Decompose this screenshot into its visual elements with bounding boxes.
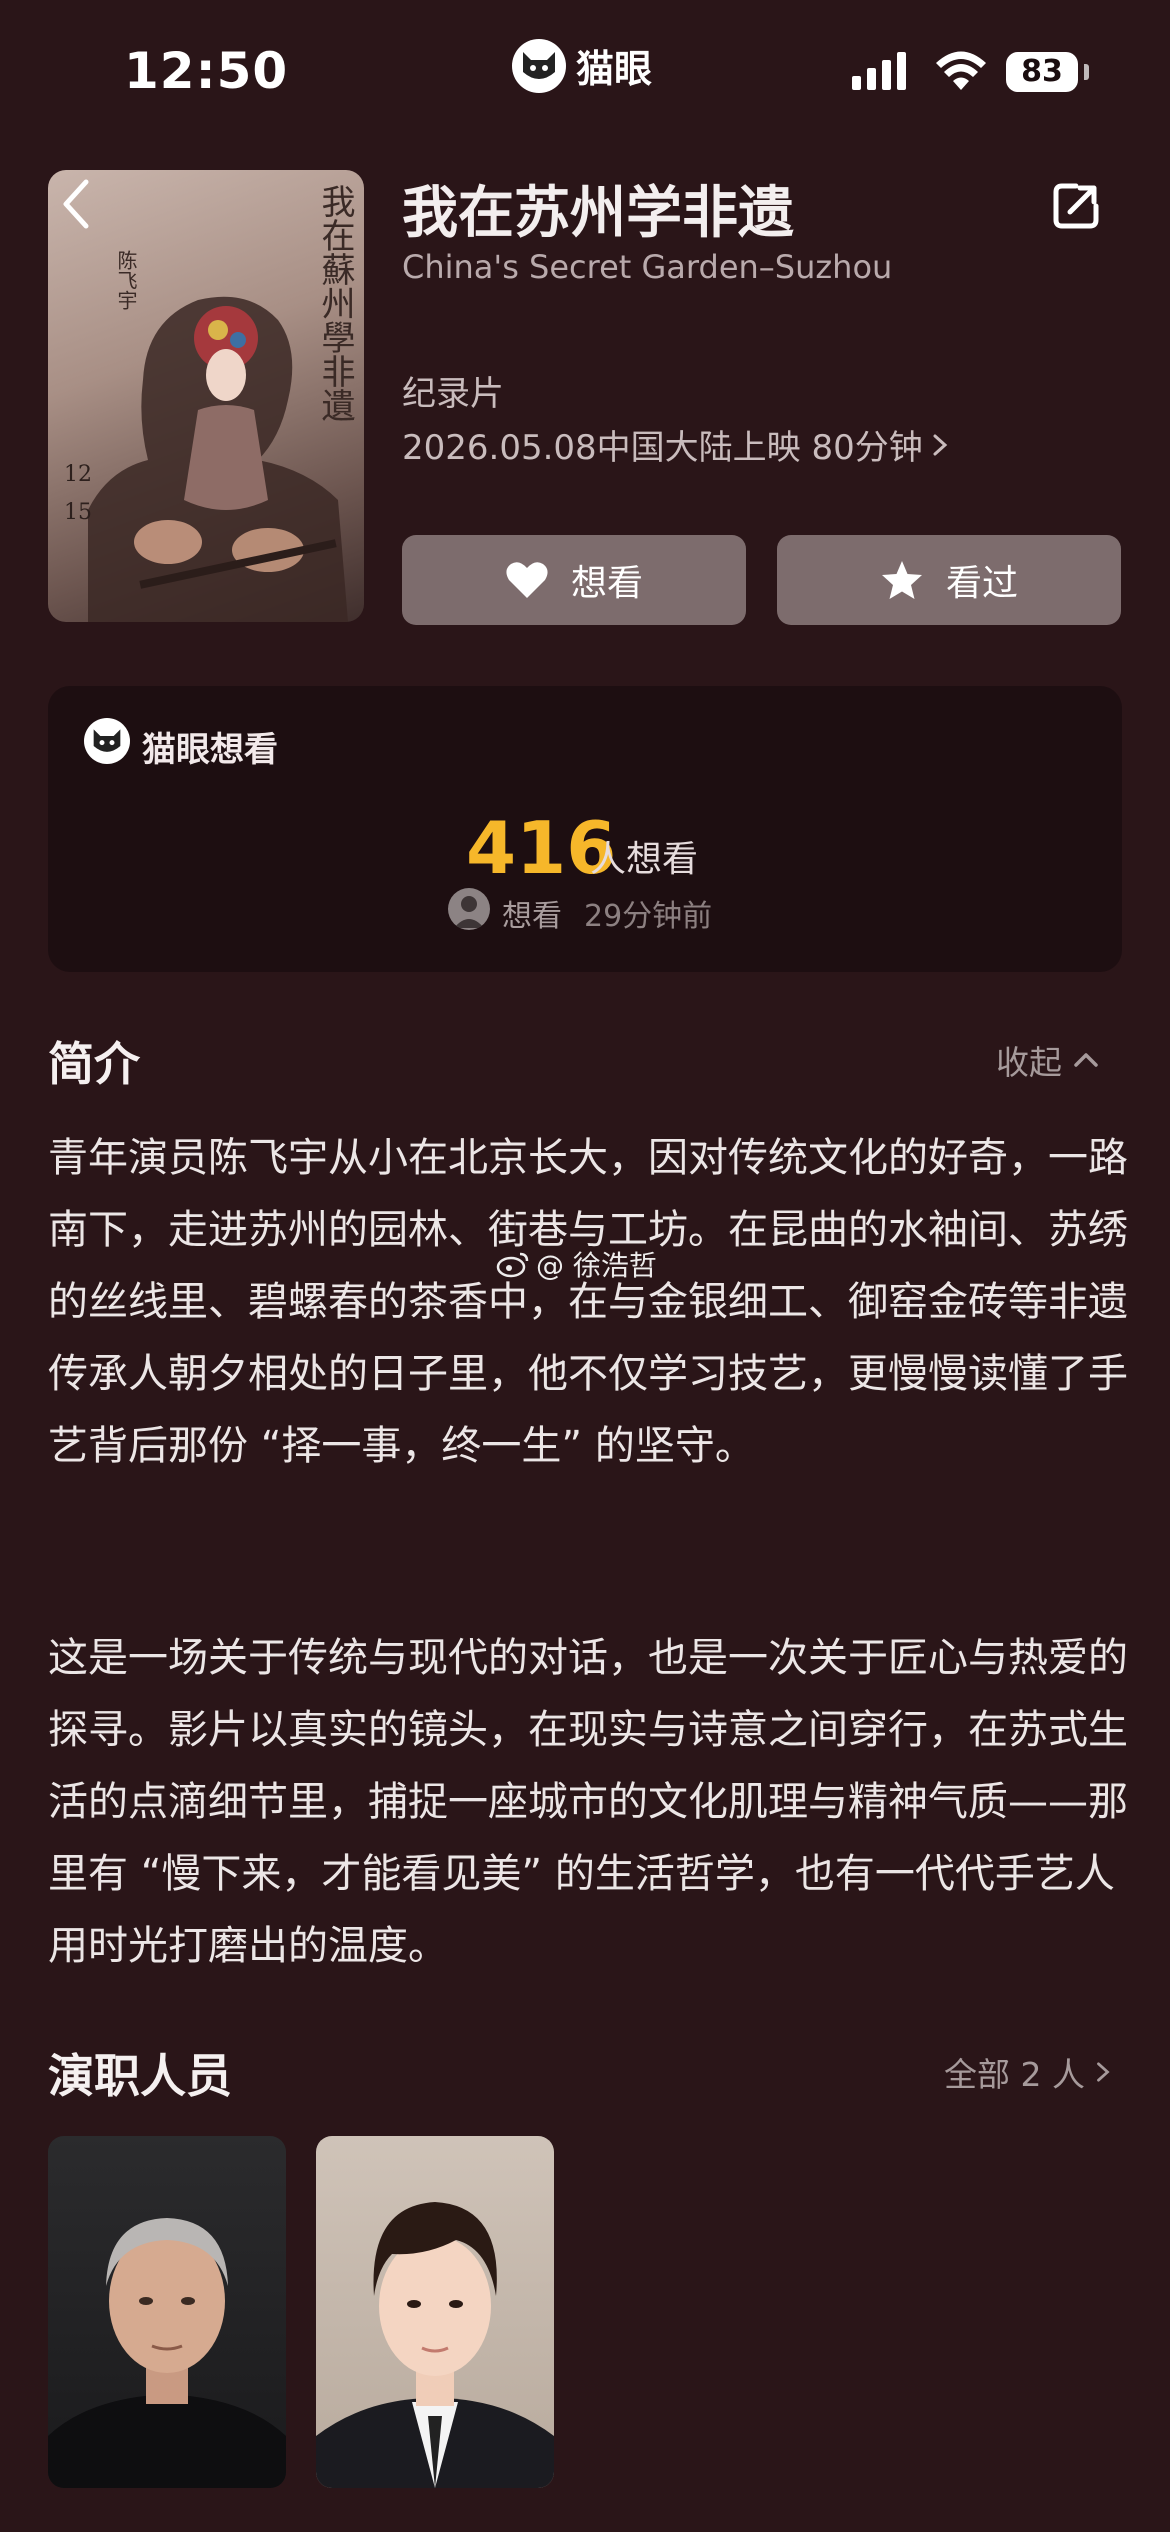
recent-user-action: 想看 bbox=[502, 899, 562, 934]
poster-date-month: 12 bbox=[64, 462, 92, 487]
maoyan-logo-icon bbox=[84, 718, 130, 764]
movie-poster[interactable]: 我在蘇州學非遺 陈飞宇 12 15 bbox=[48, 170, 364, 622]
star-icon bbox=[881, 561, 922, 599]
recent-action-time: 29分钟前 bbox=[584, 899, 713, 934]
watched-label: 看过 bbox=[945, 563, 1018, 604]
maoyan-logo-icon bbox=[512, 38, 566, 93]
poster-title-text: 我在蘇州學非遺 bbox=[315, 184, 355, 422]
wifi-icon bbox=[934, 50, 988, 96]
poster-date-day: 15 bbox=[64, 500, 92, 525]
share-icon[interactable] bbox=[1048, 178, 1104, 238]
chevron-up-icon bbox=[1074, 1053, 1098, 1067]
want-to-watch-button[interactable]: 想看 bbox=[402, 535, 746, 625]
cast-member-photo[interactable] bbox=[48, 2136, 286, 2488]
want-count-label: 人想看 bbox=[590, 839, 699, 880]
all-cast-label: 全部 2 人 bbox=[944, 2055, 1085, 2094]
release-info-link[interactable]: 2026.05.08中国大陆上映 80分钟 bbox=[402, 420, 951, 469]
movie-english-title: China's Secret Garden–Suzhou bbox=[402, 248, 893, 286]
collapse-intro-button[interactable]: 收起 bbox=[996, 1036, 1100, 1084]
want-card-title: 猫眼想看 bbox=[142, 730, 278, 770]
movie-title: 我在苏州学非遗 bbox=[402, 181, 794, 246]
watermark-text: @ 徐浩哲 bbox=[536, 1249, 657, 1282]
chevron-right-icon bbox=[1097, 2062, 1110, 2082]
weibo-icon bbox=[496, 1252, 529, 1278]
release-info-text: 2026.05.08中国大陆上映 80分钟 bbox=[402, 428, 923, 468]
chevron-right-icon bbox=[933, 434, 947, 455]
want-to-watch-label: 想看 bbox=[570, 563, 643, 604]
intro-heading: 简介 bbox=[48, 1037, 140, 1091]
back-chevron-icon[interactable] bbox=[56, 176, 96, 236]
recent-user-avatar bbox=[448, 888, 490, 930]
battery-icon: 83 bbox=[1006, 52, 1078, 92]
watched-button[interactable]: 看过 bbox=[777, 535, 1121, 625]
intro-paragraph: 青年演员陈飞宇从小在北京长大，因对传统文化的好奇，一路南下，走进苏州的园林、街巷… bbox=[48, 1135, 1128, 1469]
intro-paragraph: 这是一场关于传统与现代的对话，也是一次关于匠心与热爱的探寻。影片以真实的镜头，在… bbox=[48, 1635, 1128, 1969]
all-cast-link[interactable]: 全部 2 人 bbox=[944, 2048, 1113, 2096]
signal-icon bbox=[852, 52, 906, 90]
status-time: 12:50 bbox=[124, 42, 289, 100]
poster-cast-name: 陈飞宇 bbox=[114, 250, 138, 310]
movie-genre: 纪录片 bbox=[402, 374, 504, 414]
weibo-watermark: @ 徐浩哲 bbox=[496, 1244, 657, 1284]
heart-icon bbox=[506, 562, 548, 598]
status-app-name: 猫眼 bbox=[576, 47, 653, 91]
cast-heading: 演职人员 bbox=[48, 2049, 232, 2103]
cast-member-photo[interactable] bbox=[316, 2136, 554, 2488]
collapse-label: 收起 bbox=[996, 1043, 1062, 1082]
status-app-indicator: 猫眼 bbox=[512, 38, 652, 93]
battery-tip bbox=[1084, 64, 1089, 80]
